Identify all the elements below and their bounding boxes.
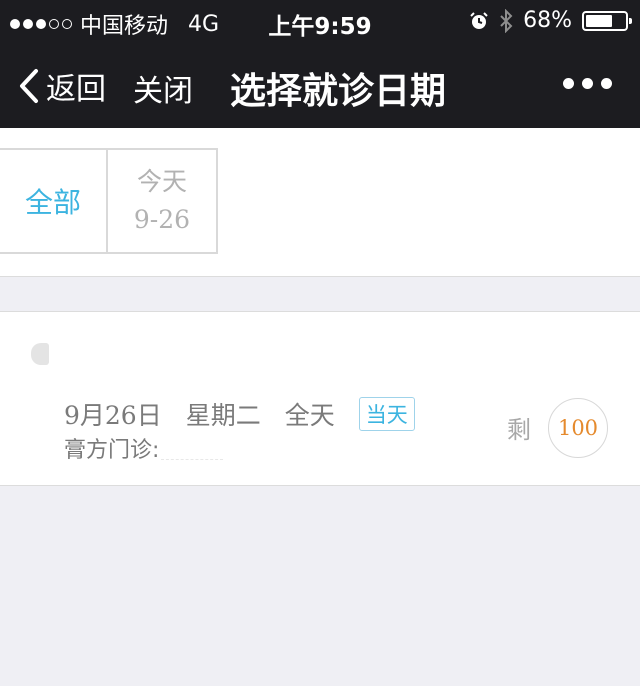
battery-percent: 68% xyxy=(523,8,572,33)
back-button[interactable]: 返回 xyxy=(18,64,106,108)
remain-count-button[interactable]: 100 xyxy=(548,398,608,458)
doctor-avatar-placeholder xyxy=(31,343,49,365)
nav-bar: 返回 关闭 选择就诊日期 xyxy=(0,40,640,128)
schedule-card[interactable]: 9月26日 星期二 全天 当天 膏方门诊: 剩 100 xyxy=(0,311,640,486)
filter-today-date: 9-26 xyxy=(133,205,191,234)
back-label: 返回 xyxy=(46,72,106,107)
close-button[interactable]: 关闭 xyxy=(133,66,193,110)
clinic-line: 膏方门诊: xyxy=(64,432,224,464)
bluetooth-icon xyxy=(500,8,513,33)
battery-icon xyxy=(582,10,632,31)
remain-count: 100 xyxy=(557,416,599,440)
filter-all-label: 全部 xyxy=(24,186,81,219)
filter-today-label: 今天 xyxy=(136,167,187,196)
schedule-weekday: 星期二 xyxy=(185,401,261,430)
more-dots-icon[interactable] xyxy=(563,78,612,89)
filter-all-button[interactable]: 全部 xyxy=(0,148,108,254)
status-bar: 中国移动 4G 上午9:59 68% xyxy=(0,0,640,40)
same-day-badge: 当天 xyxy=(358,397,415,431)
clinic-value xyxy=(161,437,224,460)
clinic-label: 膏方门诊: xyxy=(64,438,160,463)
schedule-date-line: 9月26日 星期二 全天 当天 xyxy=(64,396,415,432)
page-title: 选择就诊日期 xyxy=(230,71,447,112)
remain-label: 剩 xyxy=(507,416,531,444)
schedule-session: 全天 xyxy=(284,401,335,430)
date-filter-bar: 全部 今天 9-26 xyxy=(0,128,640,277)
status-right: 68% xyxy=(469,8,632,33)
schedule-date: 9月26日 xyxy=(64,401,162,430)
alarm-icon xyxy=(470,11,488,29)
chevron-left-icon xyxy=(20,69,38,103)
filter-today-button[interactable]: 今天 9-26 xyxy=(106,148,218,254)
